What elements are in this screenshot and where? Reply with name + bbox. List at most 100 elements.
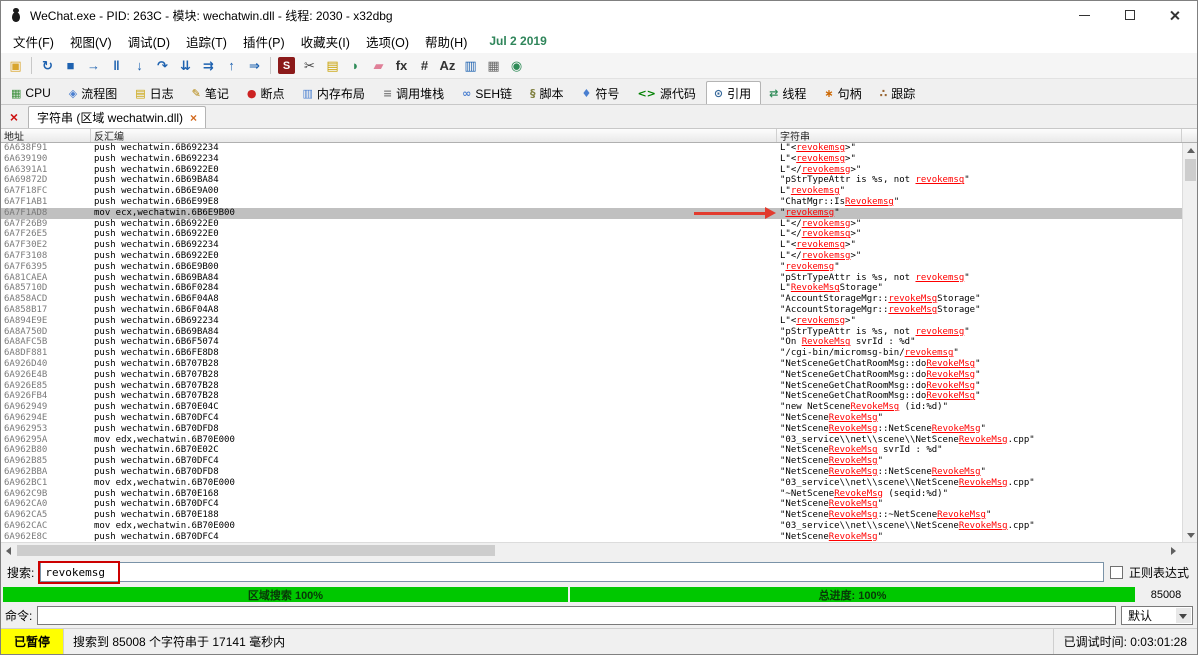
table-row[interactable]: 6A85710D push wechatwin.6B6F0284 L"RevokeM… — [1, 283, 1197, 294]
table-row[interactable]: 6A7F26B9 push wechatwin.6B6922E0 L"</revok… — [1, 219, 1197, 230]
column-header-string[interactable]: 字符串 — [777, 129, 1182, 142]
table-row[interactable]: 6A858B17 push wechatwin.6B6F04A8 "AccountS… — [1, 305, 1197, 316]
memory-map-icon[interactable]: ▥ — [460, 55, 481, 76]
text-az-icon[interactable]: Az — [437, 55, 458, 76]
table-row[interactable]: 6A858ACD push wechatwin.6B6F04A8 "AccountS… — [1, 294, 1197, 305]
table-row[interactable]: 6A96294E push wechatwin.6B70DFC4 "NetScene… — [1, 413, 1197, 424]
tab-symbols[interactable]: ♦ 符号 — [574, 81, 630, 104]
table-row[interactable]: 6A7F1AD8 mov ecx,wechatwin.6B6E9B00 "revok… — [1, 207, 1197, 219]
scroll-left-button[interactable] — [1, 543, 16, 558]
search-input[interactable] — [40, 562, 1104, 582]
vertical-scroll-thumb[interactable] — [1185, 159, 1196, 181]
tab-cpu[interactable]: ▦ CPU — [3, 81, 61, 104]
table-row[interactable]: 6A81CAEA push wechatwin.6B69BA84 "pStrType… — [1, 273, 1197, 284]
scroll-up-button[interactable] — [1183, 143, 1197, 157]
tab-close-icon[interactable]: × — [190, 111, 197, 125]
command-input[interactable] — [37, 606, 1116, 625]
animate-into-icon[interactable]: ⇊ — [175, 55, 196, 76]
horizontal-scrollbar[interactable] — [1, 543, 1197, 558]
menu-trace[interactable]: 追踪(T) — [178, 29, 235, 54]
table-row[interactable]: 6A926D40 push wechatwin.6B707B28 "NetScene… — [1, 359, 1197, 370]
menu-help[interactable]: 帮助(H) — [417, 29, 475, 54]
table-row[interactable]: 6A638F91 push wechatwin.6B692234 L"<revoke… — [1, 143, 1197, 154]
fx-icon[interactable]: fx — [391, 55, 412, 76]
command-profile-select[interactable]: 默认 — [1121, 606, 1193, 625]
stop-icon[interactable]: ■ — [60, 55, 81, 76]
table-row[interactable]: 6A962CAC mov edx,wechatwin.6B70E000 "03_se… — [1, 521, 1197, 532]
run-to-user-code-icon[interactable]: ⇒ — [244, 55, 265, 76]
run-icon[interactable]: → — [83, 55, 104, 76]
table-row[interactable]: 6A7F6395 push wechatwin.6B6E9B00 "revokems… — [1, 262, 1197, 273]
spy-icon[interactable]: ◉ — [506, 55, 527, 76]
table-row[interactable]: 6A96295A mov edx,wechatwin.6B70E000 "03_se… — [1, 435, 1197, 446]
table-row[interactable]: 6A962B80 push wechatwin.6B70E02C "NetScene… — [1, 445, 1197, 456]
tab-call-stack[interactable]: ≡ 调用堆栈 — [375, 81, 454, 104]
table-row[interactable]: 6A69872D push wechatwin.6B69BA84 "pStrType… — [1, 175, 1197, 186]
menu-file[interactable]: 文件(F) — [5, 29, 62, 54]
tab-memory-map[interactable]: ▥ 内存布局 — [295, 81, 375, 104]
menu-debug[interactable]: 调试(D) — [120, 29, 178, 54]
tab-graph[interactable]: ◈ 流程图 — [61, 81, 127, 104]
calculator-icon[interactable]: ▦ — [483, 55, 504, 76]
menu-options[interactable]: 选项(O) — [358, 29, 417, 54]
column-header-address[interactable]: 地址 — [1, 129, 91, 142]
table-row[interactable]: 6A926E85 push wechatwin.6B707B28 "NetScene… — [1, 381, 1197, 392]
tab-source[interactable]: <> 源代码 — [629, 81, 705, 104]
table-row[interactable]: 6A962953 push wechatwin.6B70DFD8 "NetScene… — [1, 424, 1197, 435]
scroll-down-button[interactable] — [1183, 528, 1197, 542]
table-row[interactable]: 6A962C9B push wechatwin.6B70E168 "~NetScen… — [1, 489, 1197, 500]
restart-icon[interactable]: ↻ — [37, 55, 58, 76]
table-row[interactable]: 6A894E9E push wechatwin.6B692234 L"<revoke… — [1, 316, 1197, 327]
step-into-icon[interactable]: ↓ — [129, 55, 150, 76]
hash-icon[interactable]: # — [414, 55, 435, 76]
patches-icon[interactable]: ◗ — [345, 55, 366, 76]
close-button[interactable] — [1152, 1, 1197, 29]
tab-references[interactable]: ⊙ 引用 — [705, 81, 762, 104]
table-row[interactable]: 6A639190 push wechatwin.6B692234 L"<revoke… — [1, 154, 1197, 165]
table-row[interactable]: 6A7F3108 push wechatwin.6B6922E0 L"</revok… — [1, 251, 1197, 262]
tab-script[interactable]: § 脚本 — [522, 81, 574, 104]
eraser-icon[interactable]: ▰ — [368, 55, 389, 76]
tab-threads[interactable]: ⇄ 线程 — [761, 81, 816, 104]
vertical-scrollbar[interactable] — [1182, 143, 1197, 542]
table-row[interactable]: 6A962E8C push wechatwin.6B70DFC4 "NetScene… — [1, 532, 1197, 543]
script-icon[interactable]: S — [278, 57, 295, 74]
horizontal-scroll-thumb[interactable] — [17, 545, 495, 556]
menu-favourites[interactable]: 收藏夹(I) — [293, 29, 358, 54]
table-row[interactable]: 6A962CA0 push wechatwin.6B70DFC4 "NetScene… — [1, 499, 1197, 510]
maximize-button[interactable] — [1107, 1, 1152, 29]
minimize-button[interactable] — [1062, 1, 1107, 29]
log-icon[interactable]: ▤ — [322, 55, 343, 76]
table-row[interactable]: 6A962CA5 push wechatwin.6B70E188 "NetScene… — [1, 510, 1197, 521]
table-row[interactable]: 6A962BBA push wechatwin.6B70DFD8 "NetScene… — [1, 467, 1197, 478]
open-file-icon[interactable]: ▣ — [5, 55, 26, 76]
close-all-tabs-button[interactable]: × — [4, 107, 24, 127]
tab-notes[interactable]: ✎ 笔记 — [184, 81, 239, 104]
tab-trace[interactable]: ∴ 跟踪 — [872, 81, 926, 104]
pause-icon[interactable]: ‖ — [106, 55, 127, 76]
strings-document-tab[interactable]: 字符串 (区域 wechatwin.dll) × — [28, 106, 207, 128]
table-row[interactable]: 6A926FB4 push wechatwin.6B707B28 "NetScene… — [1, 391, 1197, 402]
tab-seh-chain[interactable]: ∞ SEH链 — [454, 81, 522, 104]
table-row[interactable]: 6A7F26E5 push wechatwin.6B6922E0 L"</revok… — [1, 229, 1197, 240]
tab-breakpoints[interactable]: ● 断点 — [239, 81, 295, 104]
table-row[interactable]: 6A962BC1 mov edx,wechatwin.6B70E000 "03_se… — [1, 478, 1197, 489]
step-over-icon[interactable]: ↷ — [152, 55, 173, 76]
tab-log[interactable]: ▤ 日志 — [127, 81, 183, 104]
table-row[interactable]: 6A8DF881 push wechatwin.6B6FE8D8 "/cgi-bin… — [1, 348, 1197, 359]
column-header-disassembly[interactable]: 反汇编 — [91, 129, 777, 142]
table-row[interactable]: 6A962949 push wechatwin.6B70E04C "new NetS… — [1, 402, 1197, 413]
table-row[interactable]: 6A926E4B push wechatwin.6B707B28 "NetScene… — [1, 370, 1197, 381]
menu-view[interactable]: 视图(V) — [62, 29, 120, 54]
regex-checkbox[interactable] — [1109, 565, 1123, 579]
execute-till-return-icon[interactable]: ↑ — [221, 55, 242, 76]
menu-plugins[interactable]: 插件(P) — [235, 29, 293, 54]
table-row[interactable]: 6A6391A1 push wechatwin.6B6922E0 L"</revok… — [1, 165, 1197, 176]
table-row[interactable]: 6A962B85 push wechatwin.6B70DFC4 "NetScene… — [1, 456, 1197, 467]
animate-over-icon[interactable]: ⇉ — [198, 55, 219, 76]
scroll-right-button[interactable] — [1166, 543, 1181, 558]
table-row[interactable]: 6A8A750D push wechatwin.6B69BA84 "pStrType… — [1, 327, 1197, 338]
table-row[interactable]: 6A8AFC5B push wechatwin.6B6F5074 "On Revok… — [1, 337, 1197, 348]
breakpoint-scissors-icon[interactable]: ✂ — [299, 55, 320, 76]
table-row[interactable]: 6A7F18FC push wechatwin.6B6E9A00 L"revokem… — [1, 186, 1197, 197]
